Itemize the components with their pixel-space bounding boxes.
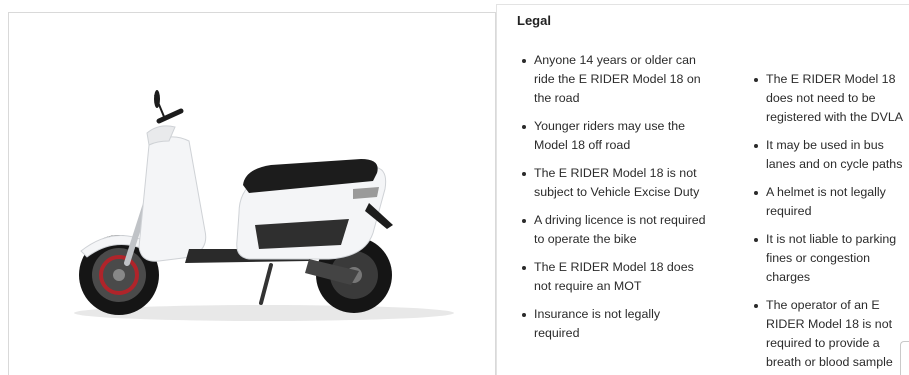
list-item: The E RIDER Model 18 does not need to be…	[750, 70, 909, 127]
legal-list-left: Anyone 14 years or older can ride the E …	[518, 51, 708, 352]
list-item: Anyone 14 years or older can ride the E …	[518, 51, 708, 108]
side-widget-tab[interactable]	[900, 341, 909, 375]
list-item: Younger riders may use the Model 18 off …	[518, 117, 708, 155]
list-item: A driving licence is not required to ope…	[518, 211, 708, 249]
list-item: The E RIDER Model 18 is not subject to V…	[518, 164, 708, 202]
list-item: It may be used in bus lanes and on cycle…	[750, 136, 909, 174]
list-item: A helmet is not legally required	[750, 183, 909, 221]
product-image-panel	[8, 12, 496, 375]
legal-list-right: The E RIDER Model 18 does not need to be…	[750, 70, 909, 375]
list-item: Insurance is not legally required	[518, 305, 708, 343]
legal-title: Legal	[517, 13, 551, 28]
legal-panel: Legal Anyone 14 years or older can ride …	[496, 4, 909, 375]
list-item: The E RIDER Model 18 does not require an…	[518, 258, 708, 296]
list-item: The operator of an E RIDER Model 18 is n…	[750, 296, 909, 372]
scooter-image	[74, 90, 454, 321]
list-item: It is not liable to parking fines or con…	[750, 230, 909, 287]
